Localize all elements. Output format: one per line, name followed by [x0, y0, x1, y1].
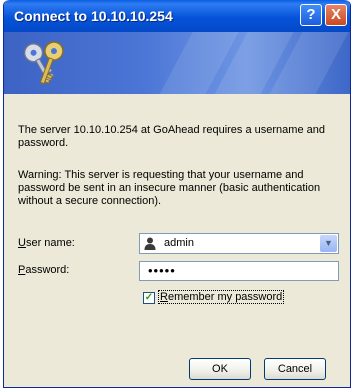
remember-label-accesskey: R — [160, 291, 168, 303]
password-value: ••••• — [148, 263, 176, 278]
cancel-button[interactable]: Cancel — [264, 358, 326, 380]
close-button[interactable]: X — [325, 4, 347, 26]
remember-label-rest: emember my password — [167, 291, 283, 303]
dialog-content: The server 10.10.10.254 at GoAhead requi… — [4, 94, 350, 387]
password-label: Password: — [18, 264, 69, 276]
username-combobox[interactable]: admin ▼ — [139, 233, 339, 254]
dialog-banner — [4, 32, 350, 94]
ok-button[interactable]: OK — [189, 358, 251, 380]
warning-message: Warning: This server is requesting that … — [18, 169, 321, 207]
username-value: admin — [164, 237, 194, 249]
username-label-rest: ser name: — [25, 237, 75, 249]
chevron-down-icon[interactable]: ▼ — [320, 235, 337, 252]
checkbox-checkmark-icon[interactable]: ✓ — [143, 292, 155, 304]
help-button[interactable]: ? — [300, 4, 322, 26]
dialog-title: Connect to 10.10.10.254 — [14, 8, 173, 24]
password-label-rest: assword: — [25, 264, 70, 276]
remember-password-label: Remember my password — [157, 290, 285, 304]
username-label-accesskey: U — [18, 237, 26, 249]
username-label: User name: — [18, 237, 75, 249]
user-icon — [144, 237, 156, 250]
title-bar[interactable]: Connect to 10.10.10.254 ? X — [4, 0, 350, 32]
login-dialog: Connect to 10.10.10.254 ? X The server 1… — [3, 0, 351, 388]
server-message: The server 10.10.10.254 at GoAhead requi… — [18, 124, 325, 149]
password-field[interactable]: ••••• — [139, 261, 339, 281]
keys-icon — [23, 41, 64, 85]
